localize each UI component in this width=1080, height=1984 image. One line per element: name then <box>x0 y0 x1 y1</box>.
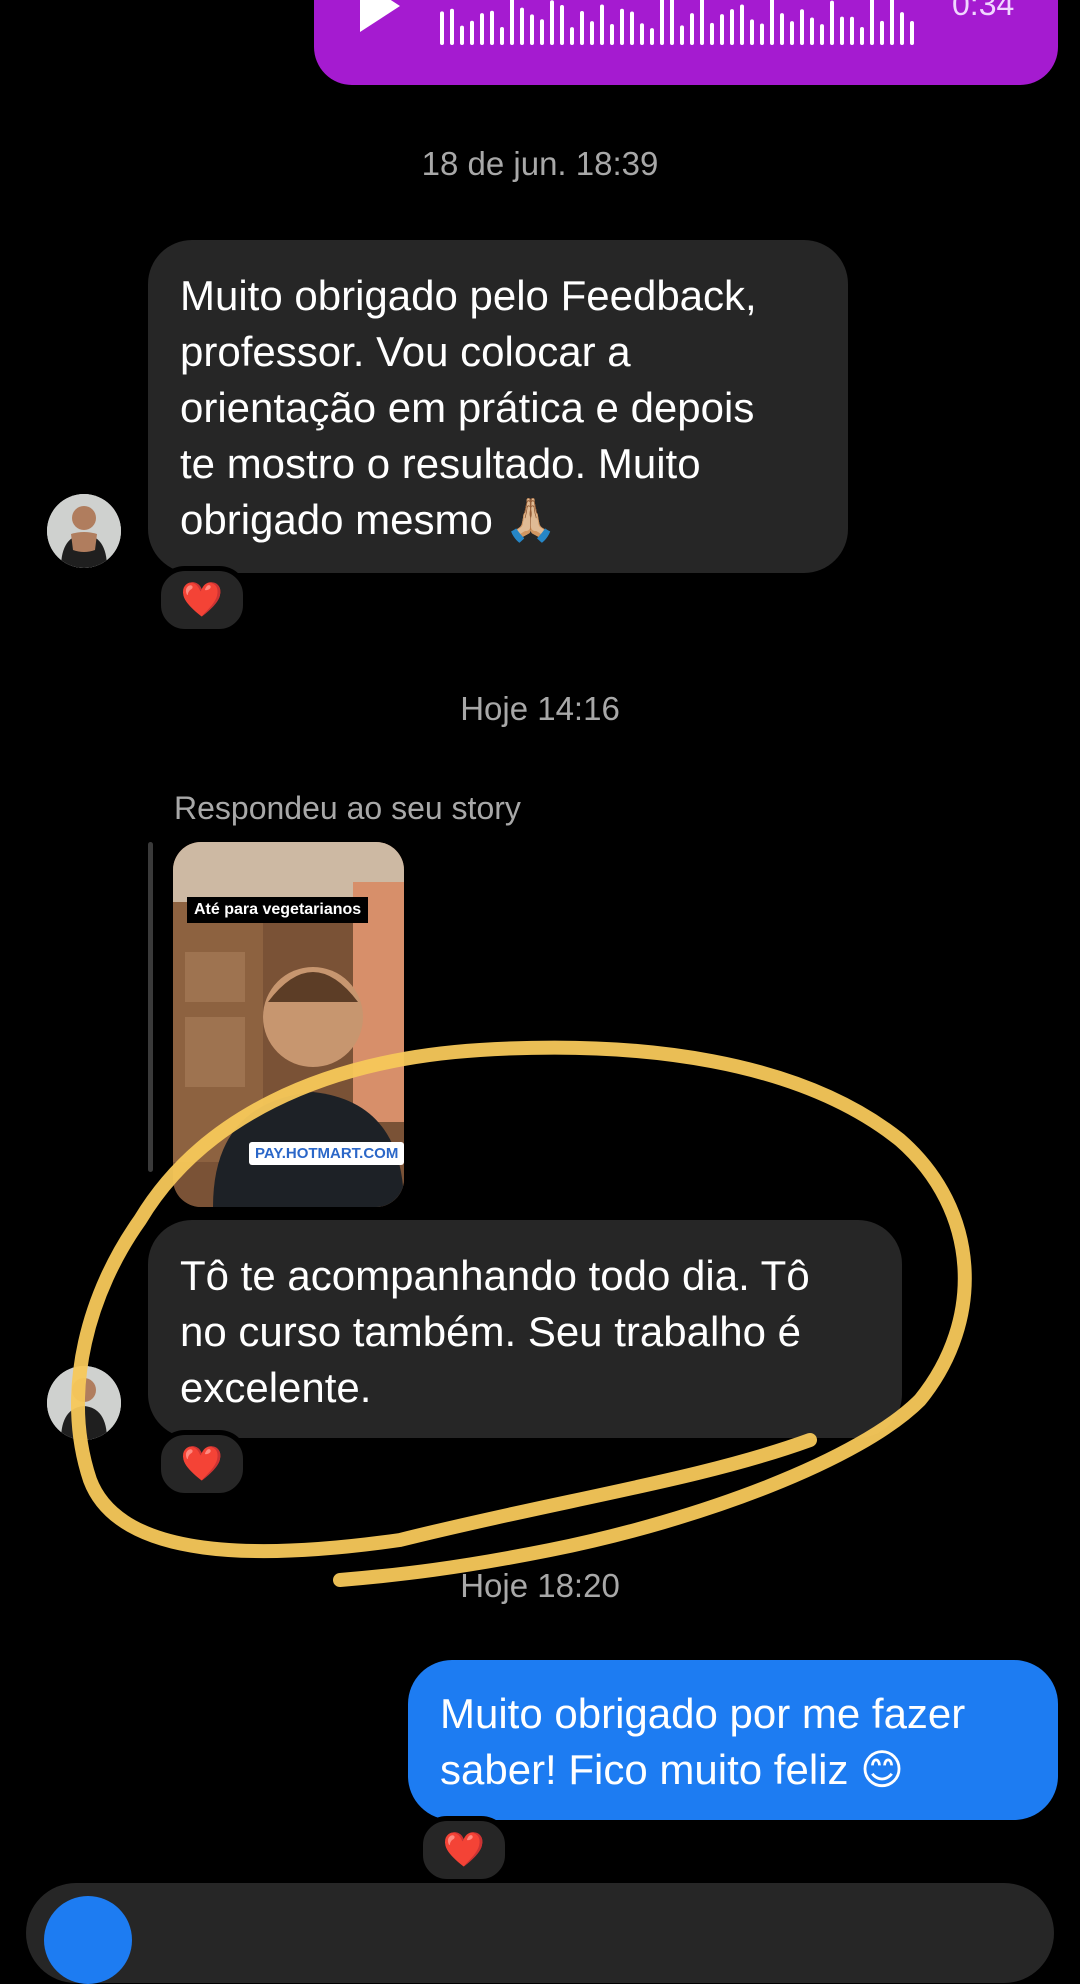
waveform-bar <box>660 0 664 45</box>
waveform-bar <box>560 5 564 45</box>
play-icon[interactable] <box>360 0 400 32</box>
waveform-bar <box>640 23 644 45</box>
message-bubble-incoming[interactable]: Tô te acompanhando todo dia. Tô no curso… <box>148 1220 902 1438</box>
timestamp: 18 de jun. 18:39 <box>421 145 659 182</box>
camera-button[interactable] <box>44 1896 132 1984</box>
avatar[interactable] <box>47 494 121 568</box>
waveform-bar <box>680 25 684 45</box>
waveform-bar <box>510 0 514 45</box>
waveform-bar <box>800 9 804 45</box>
waveform-bar <box>470 20 474 45</box>
timestamp: Hoje 14:16 <box>460 690 620 727</box>
story-caption: Até para vegetarianos <box>187 897 369 923</box>
waveform-bar <box>440 11 444 45</box>
waveform-bar <box>820 24 824 45</box>
story-thumbnail[interactable]: Até para vegetarianos PAY.HOTMART.COM <box>173 842 404 1207</box>
waveform-bar <box>890 0 894 45</box>
waveform-bar <box>530 14 534 45</box>
waveform-bar <box>600 4 604 45</box>
waveform-bar <box>830 0 834 45</box>
waveform-bar <box>730 9 734 45</box>
waveform-bar <box>460 25 464 45</box>
story-reply-label: Respondeu ao seu story <box>174 790 521 826</box>
waveform-bar <box>650 28 654 45</box>
avatar-photo <box>47 1366 121 1440</box>
reaction-heart[interactable]: ❤️ <box>156 566 248 634</box>
waveform-bar <box>850 16 854 45</box>
voice-duration: 0:34 <box>952 0 1015 22</box>
waveform-bar <box>720 14 724 45</box>
waveform-bar <box>870 0 874 45</box>
message-bubble-outgoing[interactable]: Muito obrigado por me fazer saber! Fico … <box>408 1660 1058 1820</box>
waveform-bar <box>700 0 704 45</box>
waveform-bar <box>780 13 784 45</box>
waveform-bar <box>910 21 914 45</box>
waveform-bar <box>520 7 524 45</box>
waveform-bar <box>620 8 624 45</box>
waveform-bar <box>570 27 574 45</box>
reaction-heart[interactable]: ❤️ <box>156 1430 248 1498</box>
waveform-bar <box>810 17 814 45</box>
waveform-bar <box>900 12 904 45</box>
waveform-bar <box>550 0 554 45</box>
waveform-bar <box>760 23 764 45</box>
avatar-photo <box>47 494 121 568</box>
voice-waveform <box>440 0 914 45</box>
waveform-bar <box>540 19 544 45</box>
reply-rail <box>148 842 153 1172</box>
waveform-bar <box>840 16 844 45</box>
waveform-bar <box>580 11 584 45</box>
waveform-bar <box>710 22 714 45</box>
waveform-bar <box>880 20 884 45</box>
waveform-bar <box>740 4 744 45</box>
message-bubble-incoming[interactable]: Muito obrigado pelo Feedback, professor.… <box>148 240 848 573</box>
waveform-bar <box>770 0 774 45</box>
waveform-bar <box>790 21 794 45</box>
waveform-bar <box>860 26 864 45</box>
waveform-bar <box>500 27 504 45</box>
waveform-bar <box>590 21 594 45</box>
avatar[interactable] <box>47 1366 121 1440</box>
waveform-bar <box>480 13 484 45</box>
waveform-bar <box>450 8 454 45</box>
waveform-bar <box>750 19 754 45</box>
waveform-bar <box>690 13 694 45</box>
waveform-bar <box>630 11 634 45</box>
waveform-bar <box>610 23 614 45</box>
waveform-bar <box>490 10 494 45</box>
timestamp: Hoje 18:20 <box>460 1567 620 1604</box>
story-link-sticker[interactable]: PAY.HOTMART.COM <box>249 1142 404 1165</box>
waveform-bar <box>670 0 674 45</box>
reaction-heart[interactable]: ❤️ <box>418 1816 510 1884</box>
message-composer[interactable] <box>26 1883 1054 1983</box>
